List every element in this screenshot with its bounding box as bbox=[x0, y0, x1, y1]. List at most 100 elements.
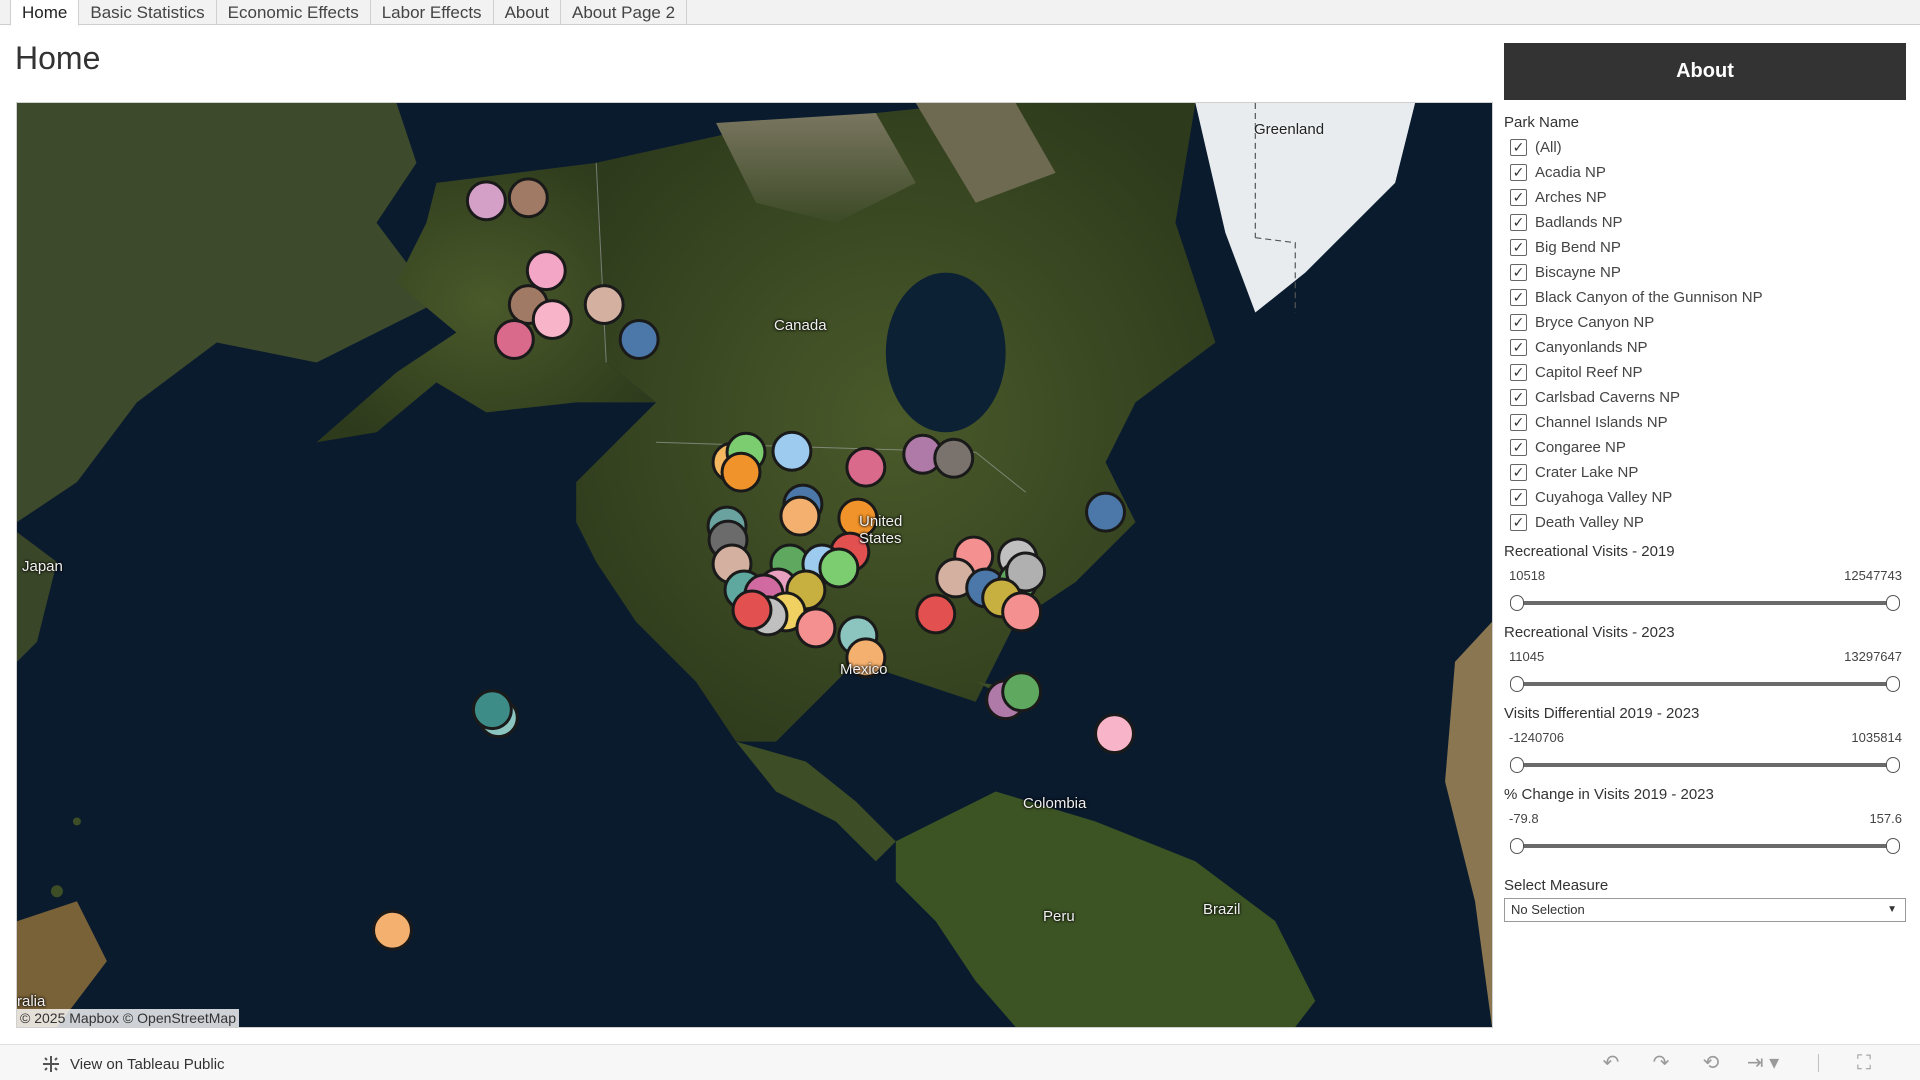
slider-track[interactable] bbox=[1510, 833, 1900, 859]
park-filter-item[interactable]: ✓ Cuyahoga Valley NP bbox=[1504, 485, 1906, 510]
park-marker[interactable] bbox=[1001, 671, 1043, 713]
redo-icon[interactable]: ↷ bbox=[1650, 1053, 1672, 1073]
park-filter-item[interactable]: ✓ Capitol Reef NP bbox=[1504, 360, 1906, 385]
slider-max-value[interactable]: 13297647 bbox=[1844, 649, 1902, 667]
slider-track[interactable] bbox=[1510, 671, 1900, 697]
park-marker[interactable] bbox=[471, 689, 513, 731]
park-marker[interactable] bbox=[771, 430, 813, 472]
checkbox[interactable]: ✓ bbox=[1510, 314, 1527, 331]
park-marker[interactable] bbox=[779, 495, 821, 537]
checkbox[interactable]: ✓ bbox=[1510, 264, 1527, 281]
undo-icon[interactable]: ↶ bbox=[1600, 1053, 1622, 1073]
tab-basic-statistics[interactable]: Basic Statistics bbox=[79, 0, 217, 25]
checkbox[interactable]: ✓ bbox=[1510, 389, 1527, 406]
slider-min-value[interactable]: 10518 bbox=[1509, 568, 1545, 586]
park-filter-item[interactable]: ✓ Carlsbad Caverns NP bbox=[1504, 385, 1906, 410]
checkbox[interactable]: ✓ bbox=[1510, 289, 1527, 306]
slider-max-handle[interactable] bbox=[1886, 757, 1900, 773]
park-filter-item[interactable]: ✓ Death Valley NP bbox=[1504, 510, 1906, 535]
checkbox[interactable]: ✓ bbox=[1510, 189, 1527, 206]
checkbox[interactable]: ✓ bbox=[1510, 489, 1527, 506]
view-on-tableau-public-link[interactable]: View on Tableau Public bbox=[40, 1053, 225, 1075]
map-attribution[interactable]: © 2025 Mapbox © OpenStreetMap bbox=[17, 1009, 239, 1027]
park-marker[interactable] bbox=[795, 607, 837, 649]
checkbox[interactable]: ✓ bbox=[1510, 239, 1527, 256]
park-filter-item[interactable]: ✓ Crater Lake NP bbox=[1504, 460, 1906, 485]
park-marker[interactable] bbox=[915, 593, 957, 635]
park-marker[interactable] bbox=[372, 909, 413, 951]
tab-economic-effects[interactable]: Economic Effects bbox=[217, 0, 371, 25]
checkbox[interactable]: ✓ bbox=[1510, 164, 1527, 181]
slider-max-handle[interactable] bbox=[1886, 676, 1900, 692]
park-marker[interactable] bbox=[507, 177, 549, 219]
slider-min-handle[interactable] bbox=[1510, 757, 1524, 773]
slider-max-handle[interactable] bbox=[1886, 838, 1900, 854]
select-measure-dropdown[interactable]: No Selection ▼ bbox=[1504, 898, 1906, 922]
revert-icon[interactable]: ⟲ bbox=[1700, 1053, 1722, 1073]
range-slider-filter: Recreational Visits - 2019 10518 1254774… bbox=[1504, 543, 1906, 616]
tab-home[interactable]: Home bbox=[10, 0, 80, 26]
slider-min-handle[interactable] bbox=[1510, 595, 1524, 611]
park-marker[interactable] bbox=[818, 547, 860, 589]
park-filter-item[interactable]: ✓ Biscayne NP bbox=[1504, 260, 1906, 285]
park-markers-layer[interactable] bbox=[17, 103, 1492, 1027]
park-marker[interactable] bbox=[583, 284, 625, 326]
park-filter-item[interactable]: ✓ Arches NP bbox=[1504, 185, 1906, 210]
park-marker[interactable] bbox=[1001, 591, 1043, 633]
park-name-filter-title: Park Name bbox=[1504, 114, 1580, 131]
park-filter-item[interactable]: ✓ Black Canyon of the Gunnison NP bbox=[1504, 285, 1906, 310]
park-marker[interactable] bbox=[1085, 491, 1126, 533]
slider-max-value[interactable]: 157.6 bbox=[1869, 811, 1902, 829]
checkbox[interactable]: ✓ bbox=[1510, 439, 1527, 456]
slider-track[interactable] bbox=[1510, 752, 1900, 778]
park-marker[interactable] bbox=[618, 319, 660, 360]
checkbox[interactable]: ✓ bbox=[1510, 364, 1527, 381]
park-marker[interactable] bbox=[845, 446, 887, 488]
slider-max-handle[interactable] bbox=[1886, 595, 1900, 611]
fullscreen-icon[interactable]: ⛶ bbox=[1853, 1053, 1875, 1073]
park-name-checklist: ✓ (All) ✓ Acadia NP ✓ Arches NP ✓ Badlands NP ✓ B… bbox=[1504, 135, 1906, 535]
park-filter-item-label: Bryce Canyon NP bbox=[1535, 314, 1655, 331]
park-marker[interactable] bbox=[525, 250, 567, 292]
park-marker[interactable] bbox=[731, 589, 773, 631]
checkbox[interactable]: ✓ bbox=[1510, 214, 1527, 231]
slider-min-value[interactable]: -79.8 bbox=[1509, 811, 1539, 829]
checkbox[interactable]: ✓ bbox=[1510, 514, 1527, 531]
slider-min-value[interactable]: 11045 bbox=[1509, 649, 1544, 667]
park-marker[interactable] bbox=[720, 451, 762, 493]
checkbox[interactable]: ✓ bbox=[1510, 139, 1527, 156]
tab-labor-effects[interactable]: Labor Effects bbox=[371, 0, 494, 25]
slider-min-handle[interactable] bbox=[1510, 676, 1524, 692]
checkbox[interactable]: ✓ bbox=[1510, 339, 1527, 356]
park-filter-item[interactable]: ✓ Bryce Canyon NP bbox=[1504, 310, 1906, 335]
park-filter-item[interactable]: ✓ Channel Islands NP bbox=[1504, 410, 1906, 435]
park-marker[interactable] bbox=[493, 319, 535, 360]
park-filter-item[interactable]: ✓ Congaree NP bbox=[1504, 435, 1906, 460]
slider-min-value[interactable]: -1240706 bbox=[1509, 730, 1564, 748]
share-icon[interactable]: ⇥ ▾ bbox=[1746, 1053, 1780, 1073]
park-filter-item[interactable]: ✓ (All) bbox=[1504, 135, 1906, 160]
tab-about[interactable]: About bbox=[494, 0, 561, 25]
checkbox[interactable]: ✓ bbox=[1510, 414, 1527, 431]
park-marker[interactable] bbox=[933, 437, 975, 479]
tab-about-page-2[interactable]: About Page 2 bbox=[561, 0, 688, 25]
checkbox[interactable]: ✓ bbox=[1510, 464, 1527, 481]
park-filter-item[interactable]: ✓ Acadia NP bbox=[1504, 160, 1906, 185]
park-map[interactable]: Greenland Canada United States Japan Mex… bbox=[16, 102, 1493, 1028]
park-marker[interactable] bbox=[465, 180, 507, 222]
filter-panel: About Park Name ✓ (All) ✓ Acadia NP ✓ Arches … bbox=[1504, 43, 1906, 1033]
park-marker[interactable] bbox=[1094, 713, 1135, 755]
slider-max-value[interactable]: 12547743 bbox=[1844, 568, 1902, 586]
about-button[interactable]: About bbox=[1504, 43, 1906, 100]
park-marker[interactable] bbox=[531, 299, 573, 340]
slider-min-handle[interactable] bbox=[1510, 838, 1524, 854]
slider-line bbox=[1516, 682, 1894, 686]
park-filter-item[interactable]: ✓ Badlands NP bbox=[1504, 210, 1906, 235]
park-filter-item[interactable]: ✓ Big Bend NP bbox=[1504, 235, 1906, 260]
park-filter-item-label: Canyonlands NP bbox=[1535, 339, 1648, 356]
park-filter-item[interactable]: ✓ Canyonlands NP bbox=[1504, 335, 1906, 360]
slider-track[interactable] bbox=[1510, 590, 1900, 616]
map-label-brazil: Brazil bbox=[1203, 901, 1241, 918]
park-filter-item-label: Badlands NP bbox=[1535, 214, 1623, 231]
slider-max-value[interactable]: 1035814 bbox=[1851, 730, 1902, 748]
